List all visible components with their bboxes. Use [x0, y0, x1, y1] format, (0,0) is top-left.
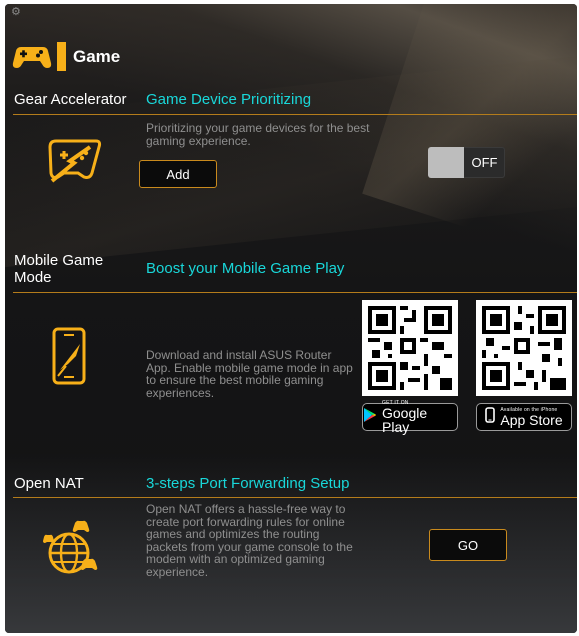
open-nat-description: Open NAT offers a hassle-free way to cre… [146, 502, 353, 579]
port-forwarding-title: 3-steps Port Forwarding Setup [146, 475, 350, 492]
settings-gear-icon[interactable]: ⚙ [11, 6, 23, 18]
mobile-game-description: Download and install ASUS Router App. En… [146, 348, 353, 400]
open-nat-label: Open NAT [14, 475, 84, 492]
gamepad-lightning-icon [44, 135, 104, 190]
phone-rocket-icon [50, 326, 90, 393]
mobile-game-mode-label: Mobile Game Mode [14, 252, 104, 286]
app-store-text: App Store [500, 412, 563, 428]
qr-code-app-store [476, 300, 572, 396]
gear-accelerator-label: Gear Accelerator [14, 91, 127, 108]
gamepad-icon [11, 37, 69, 78]
iphone-icon [485, 406, 496, 428]
toggle-knob [428, 147, 464, 178]
go-button[interactable]: GO [429, 529, 507, 561]
game-page: ⚙ Game Gear Accelerator Game Device Prio… [5, 4, 577, 633]
gear-accelerator-description: Prioritizing your game devices for the b… [146, 121, 370, 148]
add-button[interactable]: Add [139, 160, 217, 188]
globe-gamepad-icon [43, 517, 109, 584]
google-play-badge[interactable]: GET IT ON Google Play [362, 400, 458, 435]
google-play-icon [363, 407, 377, 428]
section-divider [13, 292, 577, 293]
section-divider [13, 114, 577, 115]
page-header: Game [11, 39, 120, 75]
google-play-text: Google Play [382, 405, 428, 435]
boost-mobile-game-title: Boost your Mobile Game Play [146, 260, 345, 277]
page-title: Game [73, 47, 121, 66]
gear-accelerator-toggle[interactable]: OFF [428, 147, 505, 178]
game-device-prioritizing-title: Game Device Prioritizing [146, 91, 312, 108]
toggle-state-label: OFF [471, 155, 498, 170]
app-store-badge[interactable]: Available on the iPhone App Store [476, 403, 572, 431]
qr-code-google-play [362, 300, 458, 396]
section-divider [13, 497, 577, 498]
